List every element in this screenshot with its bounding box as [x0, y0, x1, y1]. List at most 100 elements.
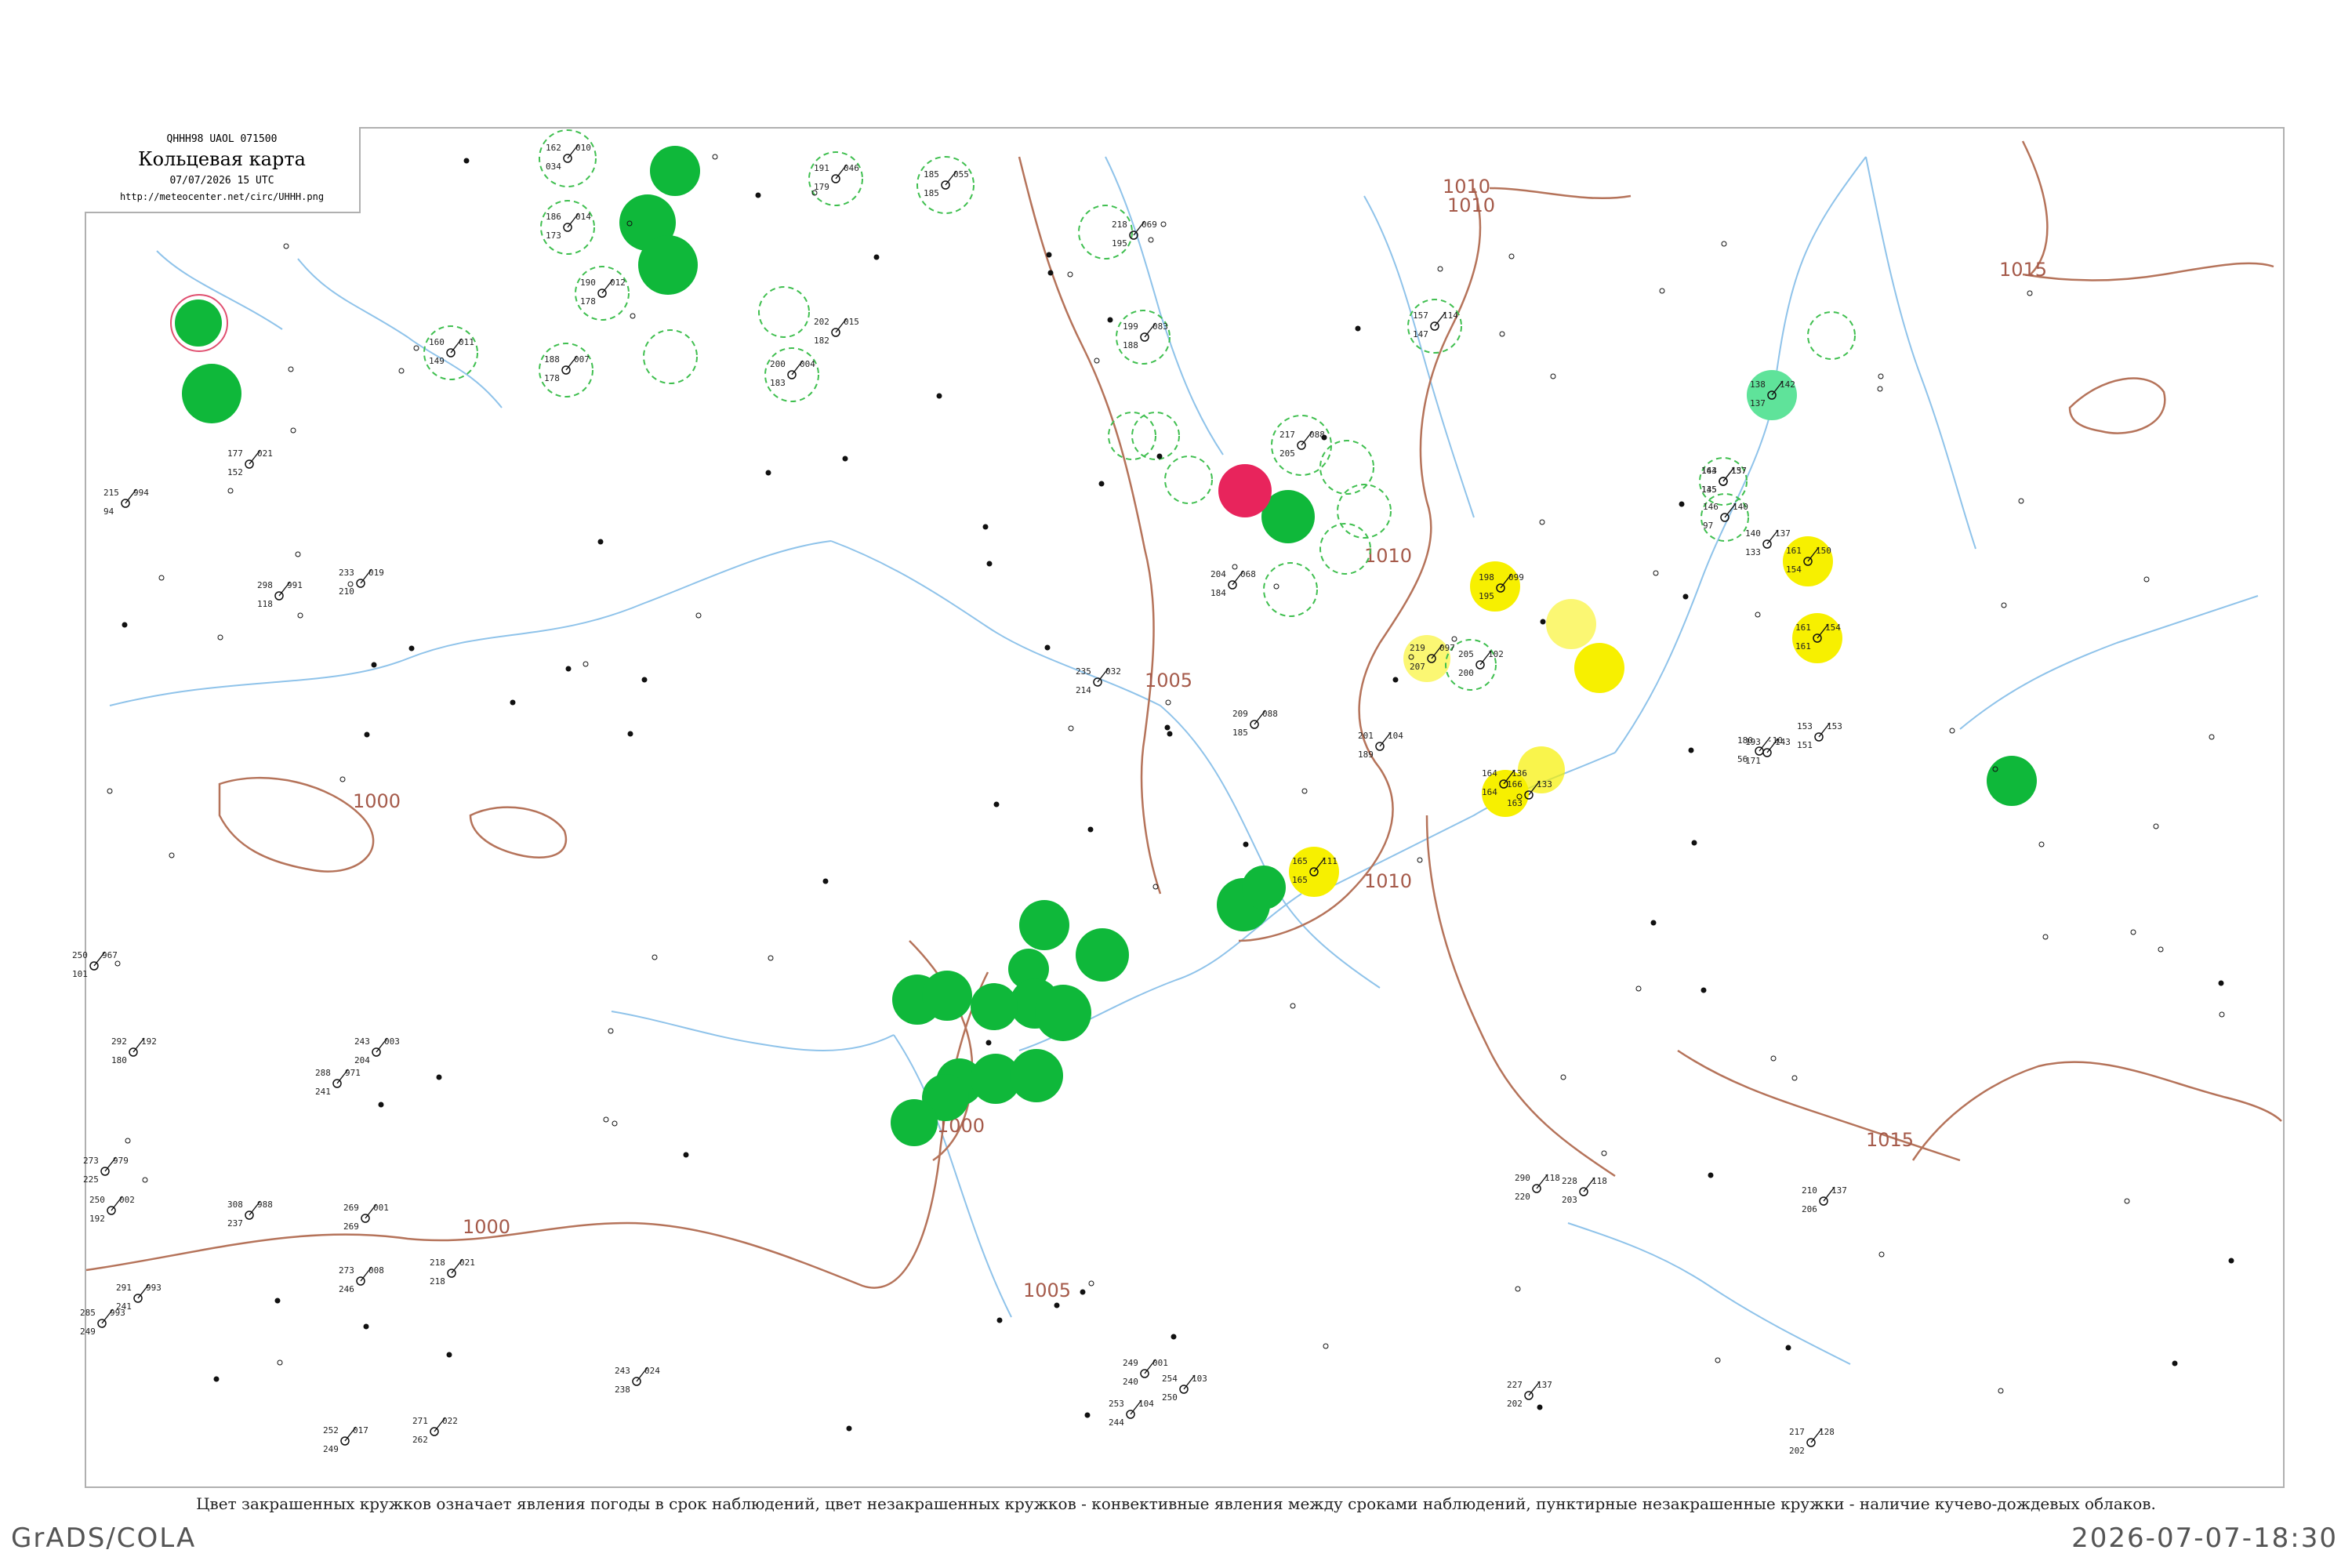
station-marker: [1046, 252, 1052, 258]
weather-circle-green: [1076, 928, 1129, 982]
station-dewpoint: 151: [1797, 740, 1813, 750]
station-marker: [1537, 1404, 1543, 1410]
station-pressure: 015: [844, 317, 859, 327]
station-plot: 285 993 249: [80, 1308, 125, 1337]
station-plot: 250 967 101: [72, 950, 118, 979]
station-plot: 243 024 238: [615, 1366, 660, 1395]
isobar-label-1015: 1015: [1999, 259, 2047, 281]
station-marker: [446, 1352, 452, 1358]
station-pressure: 021: [459, 1258, 475, 1268]
station-plot: 204 068 184: [1210, 569, 1256, 598]
station-marker: [510, 699, 516, 706]
green-circles: [175, 146, 2037, 1146]
station-marker: [1949, 728, 1955, 734]
station-marker: [1515, 1286, 1521, 1292]
station-marker: [1392, 677, 1399, 683]
station-plot: 186 014 173: [546, 212, 591, 241]
station-marker: [1659, 288, 1665, 294]
station-marker: [612, 1120, 618, 1127]
station-dewpoint: 184: [1210, 588, 1226, 598]
station-temperature: 218: [1112, 220, 1127, 230]
source-url[interactable]: http://meteocenter.net/circ/UHHH.png: [85, 191, 359, 202]
station-marker: [1054, 1302, 1060, 1308]
isobar-label-1010: 1010: [1447, 194, 1495, 216]
station-marker: [1791, 1075, 1798, 1081]
station-pressure: 137: [1831, 1185, 1847, 1196]
station-marker: [364, 731, 370, 738]
station-temperature: 162: [546, 143, 561, 153]
station-plot: 201 104 189: [1358, 731, 1403, 760]
station-plot: 217 128 202: [1789, 1427, 1835, 1456]
station-plot: 243 003 204: [354, 1036, 400, 1065]
station-pressure: 104: [1138, 1399, 1154, 1409]
station-temperature: 254: [1162, 1374, 1178, 1384]
weather-circle-green: [891, 1099, 938, 1146]
station-pressure: 114: [1443, 310, 1458, 321]
isobar-label-1005: 1005: [1145, 670, 1192, 691]
station-pressure: 099: [1508, 572, 1524, 583]
weather-circle-green: [971, 983, 1018, 1030]
station-marker: [583, 661, 589, 667]
station-pressure: 143: [1775, 737, 1791, 747]
station-marker: [1321, 434, 1327, 441]
station-marker: [1171, 1334, 1177, 1340]
isobar-label-1010: 1010: [1364, 870, 1412, 892]
station-dewpoint: 195: [1112, 238, 1127, 249]
station-marker: [1653, 570, 1659, 576]
station-dewpoint: 249: [80, 1327, 96, 1337]
station-temperature: 161: [1795, 622, 1811, 633]
station-marker: [295, 551, 301, 557]
station-plot: 177 021 152: [227, 448, 273, 477]
weather-circle-green: [922, 971, 972, 1021]
station-pressure: 991: [287, 580, 303, 590]
station-temperature: 204: [1210, 569, 1226, 579]
station-marker: [822, 878, 829, 884]
station-plot: 200 004 183: [770, 359, 815, 388]
station-pressure: 137: [1537, 1380, 1552, 1390]
station-plot: 250 002 192: [89, 1195, 135, 1224]
station-marker: [2153, 823, 2159, 829]
station-marker: [1044, 644, 1051, 651]
station-dewpoint: 182: [814, 336, 829, 346]
station-marker: [683, 1152, 689, 1158]
station-plot: 218 021 218: [430, 1258, 475, 1287]
station-marker: [436, 1074, 442, 1080]
bulletin-code: QHHH98 UAOL 071500: [166, 133, 278, 145]
station-pressure: 021: [257, 448, 273, 459]
station-marker: [768, 955, 774, 961]
station-plot: 288 971 241: [315, 1068, 361, 1097]
station-pressure: 012: [610, 278, 626, 288]
station-marker: [1499, 331, 1505, 337]
station-temperature: 186: [546, 212, 561, 222]
station-marker: [1682, 593, 1689, 600]
station-dewpoint: 240: [1123, 1377, 1138, 1387]
station-dewpoint: 202: [1789, 1446, 1805, 1456]
station-marker: [1080, 1289, 1086, 1295]
isobar-label-1005: 1005: [1023, 1279, 1071, 1301]
station-dewpoint: 152: [227, 467, 243, 477]
station-dewpoint: 241: [315, 1087, 331, 1097]
station-marker: [1417, 857, 1423, 863]
station-marker: [1323, 1343, 1329, 1349]
station-pressure: 128: [1819, 1427, 1835, 1437]
station-temperature: 285: [80, 1308, 96, 1318]
station-marker: [1156, 453, 1163, 459]
station-temperature: 201: [1358, 731, 1374, 741]
station-temperature: 233: [339, 568, 354, 578]
station-pressure: 001: [373, 1203, 389, 1213]
station-marker: [2219, 1011, 2225, 1018]
station-plot: 160 011 149: [429, 337, 474, 366]
station-pressure: 022: [442, 1416, 458, 1426]
station-temperature: 227: [1507, 1380, 1523, 1390]
station-marker: [1067, 271, 1073, 278]
station-dewpoint: 101: [72, 969, 88, 979]
station-dewpoint: 149: [429, 356, 445, 366]
station-dewpoint: 262: [412, 1435, 428, 1445]
station-marker: [1650, 920, 1657, 926]
station-marker: [603, 1116, 609, 1123]
station-temperature: 228: [1562, 1176, 1577, 1186]
station-marker: [398, 368, 405, 374]
station-dewpoint: 137: [1750, 398, 1766, 408]
station-marker: [1068, 725, 1074, 731]
station-marker: [2001, 602, 2007, 608]
